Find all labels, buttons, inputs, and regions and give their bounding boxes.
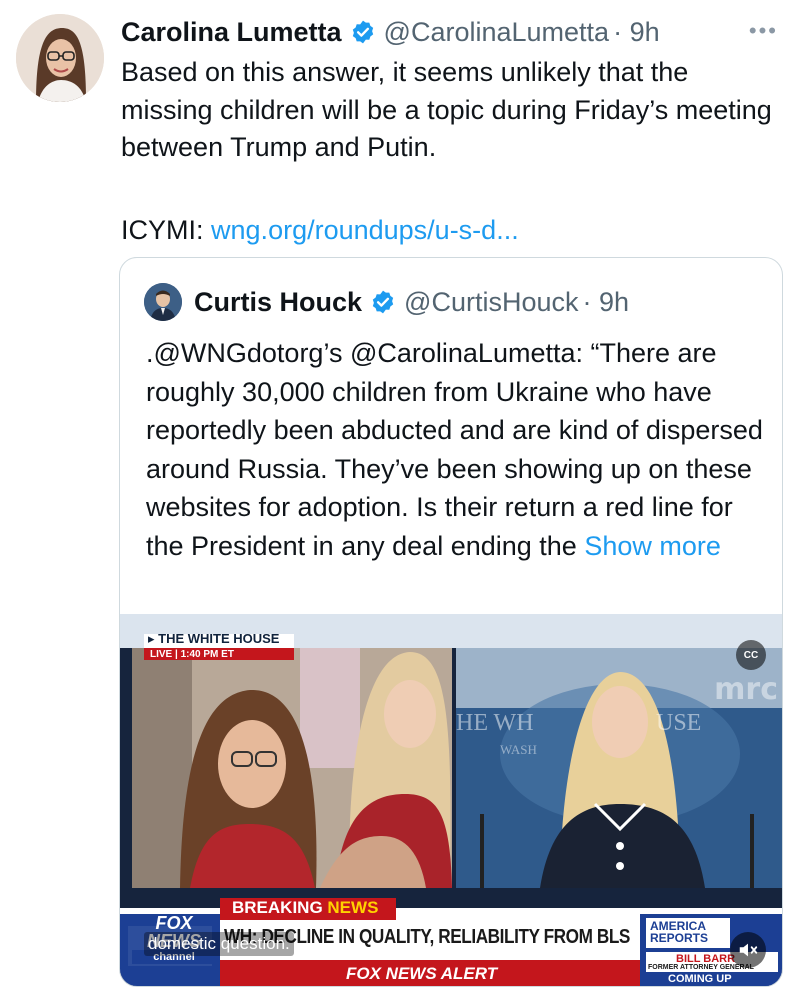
author-handle[interactable]: @CarolinaLumetta — [384, 17, 610, 48]
tweet-time[interactable]: · 9h — [613, 17, 660, 48]
show-name-line-2: REPORTS — [650, 931, 709, 945]
author-photo — [16, 14, 104, 102]
watermark-logo: mrc — [714, 672, 778, 707]
speaker-muted-icon — [739, 943, 758, 957]
breaking-news-tag: BREAKING NEWS — [232, 898, 378, 918]
quoted-tweet[interactable]: Curtis Houck @CurtisHouck · 9h .@WNGdoto… — [119, 257, 783, 987]
quoted-author-photo — [144, 283, 182, 321]
quoted-verified-badge-icon — [370, 289, 396, 315]
video-location-label: ▸ THE WHITE HOUSE — [148, 631, 280, 646]
video-caption: domestic question. — [144, 932, 294, 956]
tweet-icymi-line: ICYMI: wng.org/roundups/u-s-d... — [121, 212, 519, 249]
video-live-badge: LIVE | 1:40 PM ET — [150, 649, 234, 660]
quoted-author-handle[interactable]: @CurtisHouck — [404, 287, 578, 318]
tweet-link[interactable]: wng.org/roundups/u-s-d... — [211, 215, 519, 245]
author-avatar[interactable] — [16, 14, 104, 102]
live-time: 1:40 PM ET — [180, 649, 234, 660]
chyron-alert: FOX NEWS ALERT — [346, 964, 498, 983]
live-label: LIVE — [150, 649, 173, 660]
more-options-icon[interactable]: ••• — [749, 18, 778, 44]
quoted-author-name[interactable]: Curtis Houck — [194, 287, 362, 318]
author-name[interactable]: Carolina Lumetta — [121, 17, 342, 48]
quoted-tweet-header: Curtis Houck @CurtisHouck · 9h — [144, 282, 766, 322]
podium-text-left: HE WH — [456, 710, 534, 736]
show-name: AMERICA REPORTS — [650, 920, 708, 944]
show-more-link[interactable]: Show more — [584, 531, 721, 561]
coming-up-label: COMING UP — [668, 973, 732, 985]
closed-captions-button[interactable]: CC — [736, 640, 766, 670]
tweet: Carolina Lumetta @CarolinaLumetta · 9h •… — [0, 0, 800, 1000]
tweet-text: Based on this answer, it seems unlikely … — [121, 57, 772, 162]
icymi-label: ICYMI: — [121, 215, 204, 245]
quoted-author-avatar[interactable] — [144, 283, 182, 321]
quoted-tweet-time[interactable]: · 9h — [582, 287, 629, 318]
quoted-tweet-body: .@WNGdotorg’s @CarolinaLumetta: “There a… — [146, 338, 763, 561]
podium-subtext: WASH — [500, 742, 537, 757]
breaking-label: BREAKING — [232, 898, 323, 917]
mute-button[interactable] — [730, 932, 766, 968]
verified-badge-icon — [350, 19, 376, 45]
podium-text-right: USE — [656, 710, 702, 736]
video-player[interactable]: ▸ THE WHITE HOUSE LIVE | 1:40 PM ET mrc … — [120, 614, 782, 986]
breaking-news-label: NEWS — [327, 898, 379, 917]
quoted-tweet-text: .@WNGdotorg’s @CarolinaLumetta: “There a… — [146, 334, 766, 565]
tweet-header: Carolina Lumetta @CarolinaLumetta · 9h — [121, 12, 780, 52]
network-logo-top: FOX — [155, 913, 193, 933]
